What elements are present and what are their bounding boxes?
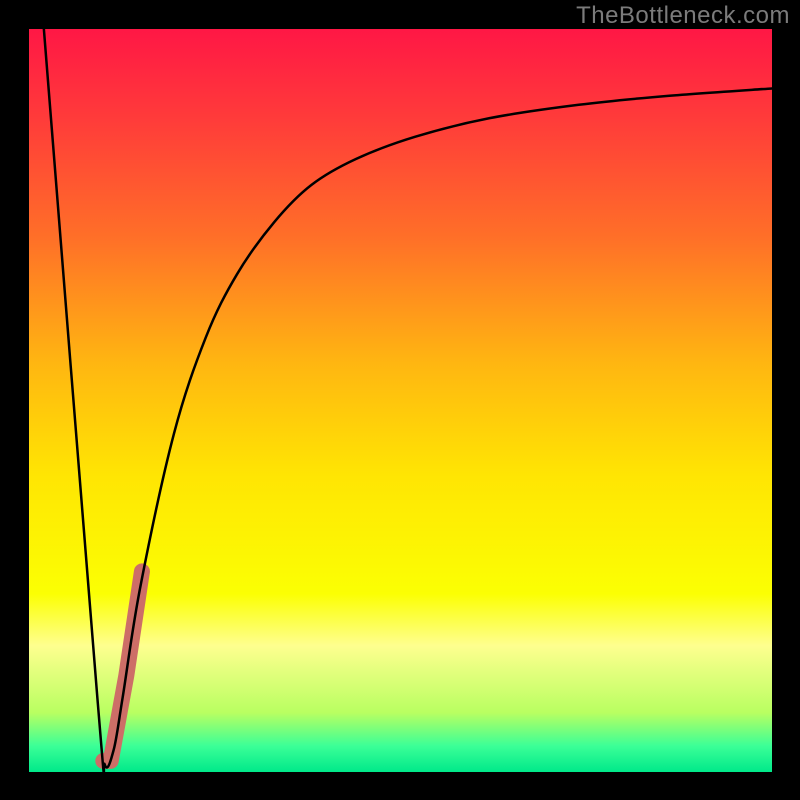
chart-stage: TheBottleneck.com bbox=[0, 0, 800, 800]
watermark-text: TheBottleneck.com bbox=[576, 2, 790, 30]
bottleneck-chart bbox=[0, 0, 800, 800]
